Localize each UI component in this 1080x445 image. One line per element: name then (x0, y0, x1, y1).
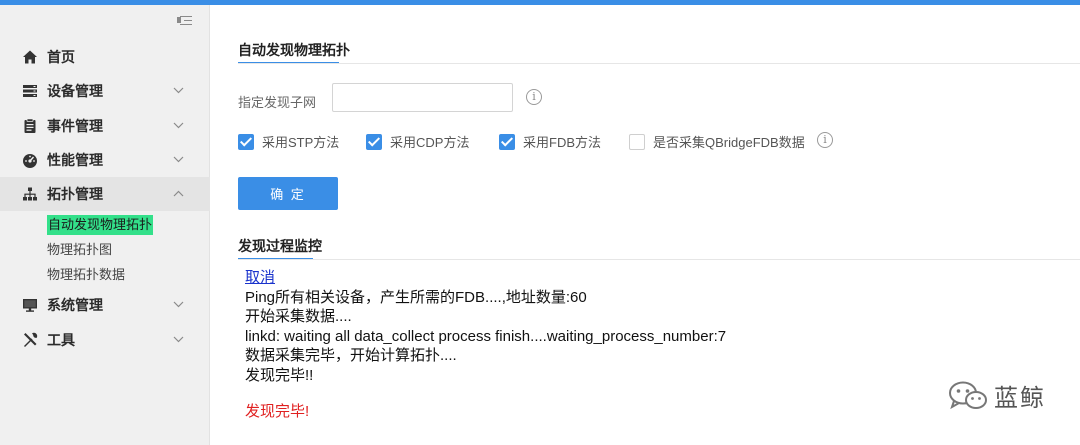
confirm-button[interactable]: 确 定 (238, 177, 338, 210)
sidebar-item-label: 工具 (47, 332, 75, 348)
sidebar-item-label: 设备管理 (47, 83, 103, 99)
home-icon (23, 50, 37, 64)
discovery-log: 取消 Ping所有相关设备，产生所需的FDB....,地址数量:60 开始采集数… (245, 268, 727, 420)
sidebar: 首页 设备管理 事件管理 性能管理 拓扑管理 自动发现物理拓扑 物理拓扑图 物理… (0, 5, 210, 445)
sidebar-subitem-topology-map[interactable]: 物理拓扑图 (47, 240, 112, 260)
sidebar-item-label: 首页 (47, 49, 75, 65)
page-title: 自动发现物理拓扑 (238, 42, 350, 58)
watermark-text: 蓝鲸 (994, 385, 1046, 412)
log-line: 发现完毕!! (245, 366, 314, 384)
chevron-down-icon (173, 122, 184, 131)
clipboard-icon (24, 118, 36, 133)
checkbox-checked-icon (238, 133, 254, 150)
checkbox-label: 是否采集QBridgeFDB数据 (653, 135, 805, 150)
sidebar-subitem-auto-discover[interactable]: 自动发现物理拓扑 (47, 215, 154, 235)
divider (238, 259, 1080, 260)
fdb-checkbox[interactable]: 采用FDB方法 (499, 132, 601, 151)
server-icon (23, 85, 37, 97)
divider (238, 63, 1080, 64)
chevron-down-icon (173, 301, 184, 310)
chevron-down-icon (173, 156, 184, 165)
sidebar-item-events[interactable]: 事件管理 (0, 109, 210, 143)
cdp-checkbox[interactable]: 采用CDP方法 (366, 132, 469, 151)
subnet-input[interactable] (332, 83, 513, 112)
monitor-title: 发现过程监控 (238, 238, 322, 254)
topology-icon (23, 187, 37, 201)
dashboard-icon (23, 154, 37, 168)
info-icon[interactable]: i (817, 132, 833, 148)
sidebar-item-label: 系统管理 (47, 297, 103, 313)
sidebar-item-system[interactable]: 系统管理 (0, 288, 210, 322)
sidebar-item-performance[interactable]: 性能管理 (0, 143, 210, 177)
checkbox-label: 采用FDB方法 (523, 135, 602, 150)
checkbox-label: 采用STP方法 (262, 135, 340, 150)
tools-icon (24, 332, 38, 347)
sidebar-item-tools[interactable]: 工具 (0, 323, 210, 357)
completion-status: 发现完毕! (245, 403, 310, 420)
watermark: 蓝鲸 (946, 378, 1046, 413)
sidebar-item-devices[interactable]: 设备管理 (0, 74, 210, 108)
cancel-link[interactable]: 取消 (245, 269, 275, 286)
monitor-icon (23, 299, 37, 312)
sidebar-item-label: 拓扑管理 (47, 186, 103, 202)
log-line: 数据采集完毕，开始计算拓扑.... (245, 347, 457, 364)
log-line: Ping所有相关设备，产生所需的FDB....,地址数量:60 (245, 288, 587, 306)
sidebar-item-label: 性能管理 (47, 152, 103, 168)
wechat-icon (949, 381, 987, 409)
checkbox-label: 采用CDP方法 (390, 135, 470, 150)
checkbox-checked-icon (366, 133, 382, 150)
info-icon[interactable]: i (526, 89, 542, 105)
chevron-up-icon (173, 190, 184, 199)
checkbox-checked-icon (499, 133, 515, 150)
sidebar-item-label: 事件管理 (47, 118, 103, 134)
checkbox-unchecked-icon (629, 133, 645, 150)
sidebar-subitem-topology-data[interactable]: 物理拓扑数据 (47, 265, 125, 285)
subnet-label: 指定发现子网 (238, 95, 317, 110)
sidebar-item-topology[interactable]: 拓扑管理 (0, 177, 210, 211)
sidebar-collapse-icon[interactable] (177, 14, 193, 28)
sidebar-item-home[interactable]: 首页 (0, 40, 210, 74)
stp-checkbox[interactable]: 采用STP方法 (238, 132, 339, 151)
qbridgefdb-checkbox[interactable]: 是否采集QBridgeFDB数据 (629, 132, 805, 151)
chevron-down-icon (173, 336, 184, 345)
log-line: 开始采集数据.... (245, 308, 352, 325)
chevron-down-icon (173, 87, 184, 96)
log-line: linkd: waiting all data_collect process … (245, 327, 727, 345)
